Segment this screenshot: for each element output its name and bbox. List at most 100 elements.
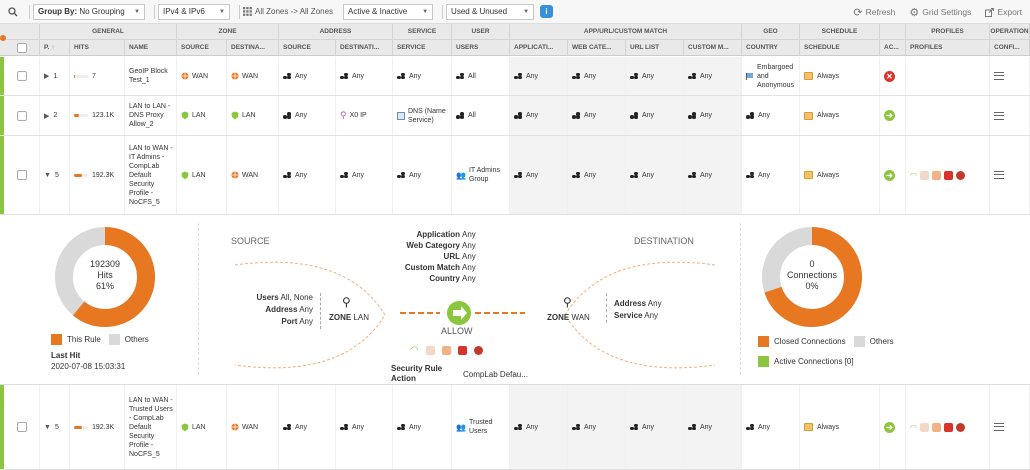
hits-donut-percent: 61%	[95, 281, 114, 291]
document-icon	[457, 346, 467, 355]
table-row[interactable]: ▼ 5 192.3K LAN to WAN - Trusted Users - C…	[0, 385, 1030, 470]
chevron-down-icon: ▼	[134, 8, 140, 15]
legend-swatch-this-rule	[51, 334, 62, 345]
country-value: Any	[758, 112, 771, 119]
col-service[interactable]: SERVICE	[393, 40, 452, 55]
table-row[interactable]: ▶ 2 123.1K LAN to LAN - DNS Proxy Allow_2…	[0, 96, 1030, 136]
dst-address-label: Address	[614, 299, 647, 308]
service-cell: Any	[393, 385, 452, 469]
row-checkbox[interactable]	[16, 110, 27, 121]
collapse-icon[interactable]: ▼	[44, 172, 51, 179]
expand-icon[interactable]: ▶	[44, 112, 49, 120]
usage-select[interactable]: Used & Unused ▼	[446, 3, 535, 20]
table-row[interactable]: ▼ 5 192.3K LAN to WAN - IT Admins - CompL…	[0, 136, 1030, 215]
shield-icon	[181, 423, 189, 432]
menu-icon[interactable]	[994, 423, 1004, 431]
menu-icon[interactable]	[994, 171, 1004, 179]
col-priority[interactable]: P. ↑	[40, 40, 70, 55]
refresh-button[interactable]: ⟳ Refresh	[853, 6, 895, 19]
wifi-icon: ◠	[410, 345, 419, 356]
action-cell: ➜	[880, 136, 906, 214]
document-icon	[943, 170, 953, 180]
service-group-icon	[397, 171, 406, 179]
col-application[interactable]: APPLICATI...	[510, 40, 568, 55]
deny-icon: ✕	[884, 70, 895, 82]
map-pin-icon: ⚲	[563, 295, 572, 309]
row-checkbox[interactable]	[16, 422, 27, 432]
security-profile-icons: ◠	[410, 345, 486, 356]
legend-swatch-others	[108, 334, 120, 345]
header-group-user: USER	[452, 24, 510, 39]
col-web-category[interactable]: WEB CATE...	[568, 40, 626, 55]
calendar-icon	[804, 72, 813, 80]
expand-icon[interactable]: ▶	[44, 72, 49, 80]
custom-match-cell: Any	[684, 96, 742, 135]
col-url-list[interactable]: URL LIST	[626, 40, 684, 55]
ip-version-select[interactable]: IPv4 & IPv6 ▼	[158, 3, 230, 20]
col-schedule[interactable]: SCHEDULE	[800, 40, 880, 55]
col-src-zone[interactable]: SOURCE	[177, 40, 227, 55]
users-icon	[456, 112, 465, 119]
state-select[interactable]: Active & Inactive ▼	[343, 3, 434, 20]
row-checkbox[interactable]	[16, 71, 27, 81]
row-select-cell	[0, 96, 40, 135]
export-button[interactable]: Export	[985, 7, 1022, 17]
menu-icon[interactable]	[994, 72, 1004, 80]
service-object-icon	[397, 111, 405, 120]
search-button[interactable]	[0, 0, 26, 24]
name-cell[interactable]: GeoIP Block Test_1	[125, 57, 177, 95]
collapse-icon[interactable]: ▼	[44, 424, 51, 431]
search-profile-icon	[919, 170, 929, 180]
address-group-icon	[340, 171, 349, 179]
hits-bar	[74, 173, 88, 177]
chevron-down-icon: ▼	[422, 8, 429, 15]
url-list-value: Any	[642, 112, 655, 119]
name-cell[interactable]: LAN to WAN - Trusted Users - CompLab Def…	[125, 385, 177, 469]
priority-value: 2	[53, 112, 58, 119]
col-profiles[interactable]: PROFILES	[906, 40, 990, 55]
config-cell	[990, 136, 1030, 214]
info-button[interactable]: i	[540, 5, 554, 18]
col-country[interactable]: COUNTRY	[742, 40, 800, 55]
col-config[interactable]: CONFI...	[990, 40, 1030, 55]
dst-addr-cell: Any	[336, 385, 393, 469]
menu-icon[interactable]	[994, 111, 1004, 120]
src-addr-value: Any	[295, 72, 308, 80]
name-cell[interactable]: LAN to WAN - IT Admins - CompLab Default…	[125, 136, 177, 214]
col-action[interactable]: AC...	[880, 40, 906, 55]
name-cell[interactable]: LAN to LAN - DNS Proxy Allow_2	[125, 96, 177, 135]
divider	[198, 223, 199, 375]
select-all-checkbox[interactable]	[16, 42, 27, 53]
web-category-icon	[572, 171, 581, 179]
web-category-icon	[572, 423, 581, 431]
custom-match-value: Any	[700, 72, 713, 80]
row-checkbox[interactable]	[16, 170, 27, 180]
hits-value: 123.1K	[92, 112, 115, 119]
hits-bar	[74, 74, 88, 78]
col-users[interactable]: USERS	[452, 40, 510, 55]
hits-bar	[74, 114, 88, 117]
grid-settings-button[interactable]: ⚙ Grid Settings	[909, 6, 971, 19]
col-dst-addr[interactable]: DESTINATI...	[336, 40, 393, 55]
profiles-cell: ◠	[906, 385, 990, 469]
custom-match-value: Any	[700, 112, 713, 119]
custom-match-cell: Any	[684, 136, 742, 214]
match-webcat-label: Web Category	[406, 241, 460, 250]
service-value: Any	[409, 423, 422, 431]
table-row[interactable]: ▶ 1 7 GeoIP Block Test_1 WAN WAN Any Any …	[0, 57, 1030, 96]
col-dst-zone[interactable]: DESTINA...	[227, 40, 279, 55]
legend-closed: Closed Connections	[774, 337, 846, 346]
priority-cell: ▶ 1	[40, 57, 70, 95]
header-group-schedule: SCHEDULE	[800, 24, 880, 39]
col-src-addr[interactable]: SOURCE	[279, 40, 336, 55]
users-cell: All	[452, 57, 510, 95]
col-custom-match[interactable]: CUSTOM M...	[684, 40, 742, 55]
zones-filter[interactable]: All Zones -> All Zones	[243, 7, 333, 16]
security-rule-action-value[interactable]: CompLab Defau...	[463, 370, 528, 379]
col-hits[interactable]: HITS	[70, 40, 125, 55]
action-cell: ✕	[880, 57, 906, 95]
group-by-select[interactable]: Group By: No Grouping ▼	[33, 3, 145, 20]
url-list-value: Any	[642, 171, 655, 179]
src-addr-value: Any	[295, 423, 308, 431]
col-name[interactable]: NAME	[125, 40, 177, 55]
